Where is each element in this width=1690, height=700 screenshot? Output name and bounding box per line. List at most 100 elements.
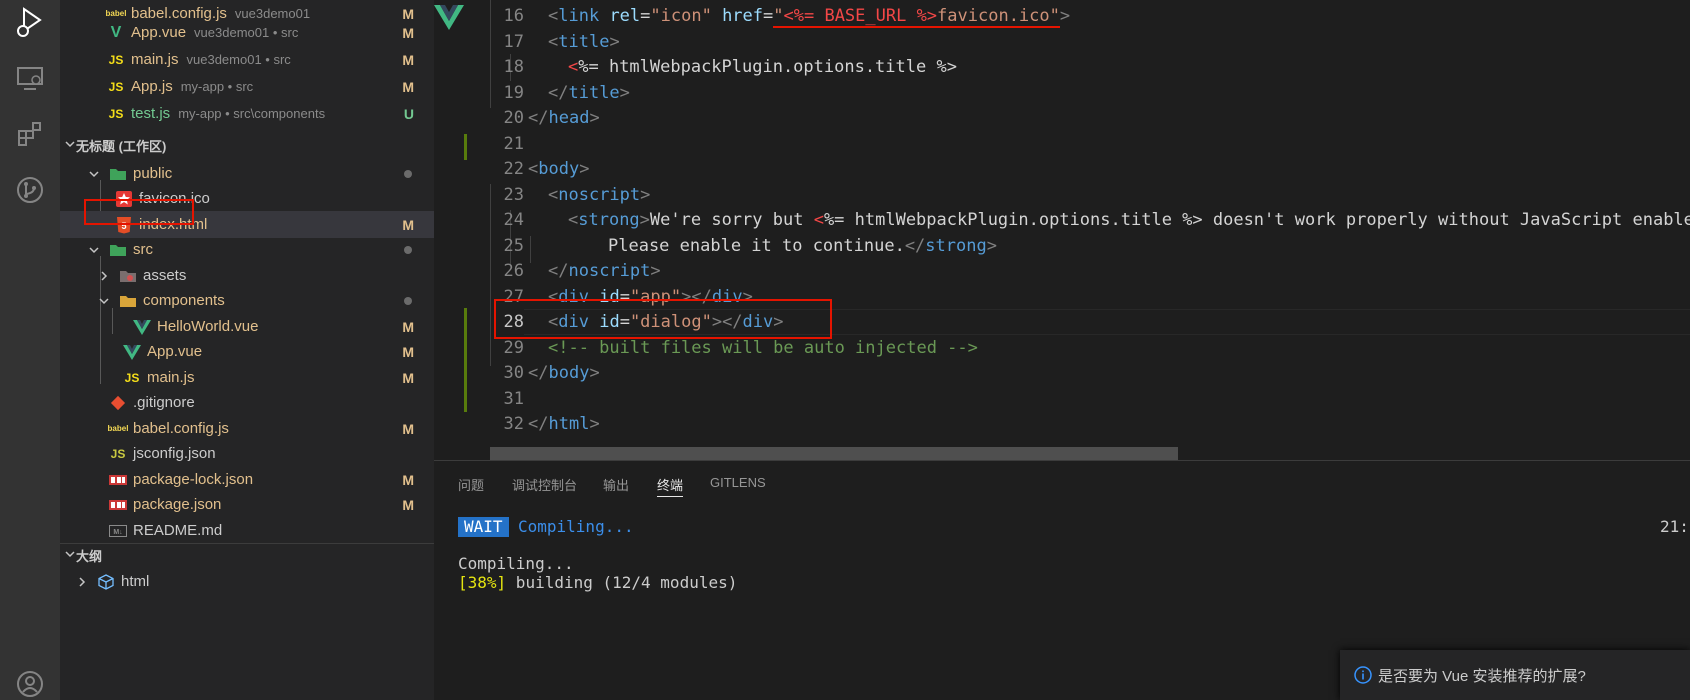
source-control-icon[interactable]: [12, 172, 48, 208]
tree-label: src: [133, 241, 153, 258]
indent-guide: [530, 236, 531, 263]
horizontal-scrollbar[interactable]: [490, 447, 1178, 460]
js-icon: JS: [108, 106, 124, 121]
chevron-right-icon: [74, 574, 90, 590]
file-name: App.js: [131, 78, 173, 95]
code-line: </noscript>: [548, 261, 661, 281]
code-line: <!-- built files will be auto injected -…: [548, 338, 978, 358]
workspace-section-header[interactable]: 无标题 (工作区): [60, 133, 434, 157]
line-number: 22: [503, 159, 524, 179]
terminal-time: 21:: [1660, 517, 1689, 536]
notification-toast[interactable]: 是否要为 Vue 安装推荐的扩展?: [1340, 650, 1690, 700]
code-editor[interactable]: 16 17 18 19 20 21 22 23 24 25 26 27 28 2…: [434, 0, 1690, 460]
folder-open-icon: [108, 164, 128, 184]
file-path: my-app • src\components: [178, 106, 326, 121]
code-line: <strong>We're sorry but <%= htmlWebpackP…: [568, 210, 1690, 230]
vue-icon: [122, 342, 142, 362]
chevron-down-icon: [64, 138, 76, 153]
tree-label: babel.config.js: [133, 420, 229, 437]
tree-label: public: [133, 165, 173, 182]
tab-output[interactable]: 输出: [603, 475, 629, 497]
js-icon: JS: [110, 446, 126, 461]
tree-label: HelloWorld.vue: [157, 318, 259, 335]
modified-dot: [404, 245, 412, 254]
git-status-badge: M: [402, 24, 414, 41]
line-number: 21: [503, 134, 524, 154]
file-path: vue3demo01 • src: [194, 25, 299, 40]
run-debug-icon[interactable]: [12, 4, 48, 40]
tab-problems[interactable]: 问题: [458, 475, 484, 497]
tree-label: main.js: [147, 369, 195, 386]
line-number: 23: [503, 185, 524, 205]
folder-open-icon: [108, 240, 128, 260]
account-icon[interactable]: [12, 666, 48, 700]
tree-file-main-js[interactable]: JS main.js M: [60, 364, 434, 391]
git-status-badge: M: [402, 471, 414, 488]
folder-open-icon: [118, 291, 138, 311]
activity-bar: [0, 0, 60, 700]
tree-file-helloworld[interactable]: HelloWorld.vue M: [60, 313, 434, 340]
vue-icon: V: [110, 23, 122, 41]
code-line: <title>: [548, 32, 620, 52]
terminal-line: [38%] building (12/4 modules): [458, 573, 738, 592]
svg-text:M↓: M↓: [113, 529, 122, 536]
tree-file-package-lock[interactable]: package-lock.json M: [60, 466, 434, 493]
tab-terminal[interactable]: 终端: [657, 475, 684, 497]
vscode-window: babel babel.config.js vue3demo01 M V App…: [0, 0, 1690, 700]
remote-explorer-icon[interactable]: [12, 60, 48, 96]
cube-icon: [96, 572, 116, 592]
tree-folder-assets[interactable]: assets: [60, 262, 434, 289]
open-editor-item[interactable]: V App.vue vue3demo01 • src M: [60, 19, 434, 46]
git-status-badge: M: [402, 78, 414, 95]
tree-file-jsconfig[interactable]: JS jsconfig.json: [60, 440, 434, 467]
tree-file-app-vue[interactable]: App.vue M: [60, 338, 434, 365]
info-icon: [1354, 666, 1372, 684]
tree-file-babel[interactable]: babel babel.config.js M: [60, 415, 434, 442]
line-number: 16: [503, 6, 524, 26]
js-icon: JS: [108, 79, 124, 94]
extensions-icon[interactable]: [12, 116, 48, 152]
git-status-badge: U: [403, 105, 414, 122]
babel-icon: babel: [107, 424, 129, 433]
open-editor-item[interactable]: JS main.js vue3demo01 • src M: [60, 46, 434, 73]
line-number: 26: [503, 261, 524, 281]
highlight-box-dialog-line: [494, 299, 832, 339]
outline-section-header[interactable]: 大纲: [60, 543, 434, 567]
line-number: 29: [503, 338, 524, 358]
file-name: App.vue: [131, 24, 187, 41]
tree-folder-public[interactable]: public: [60, 160, 434, 187]
tree-label: components: [143, 292, 225, 309]
highlight-box-index-html: [84, 199, 194, 225]
code-line: <noscript>: [548, 185, 651, 205]
tree-label: html: [121, 573, 150, 590]
tab-gitlens[interactable]: GITLENS: [710, 475, 766, 497]
vue-icon: [132, 317, 152, 337]
code-line: </body>: [528, 363, 600, 383]
squiggle-value: "<%= BASE_URL %>favicon.ico": [773, 6, 1060, 28]
npm-icon: [108, 470, 128, 490]
tree-folder-components[interactable]: components: [60, 287, 434, 314]
tree-label: assets: [143, 267, 187, 284]
folder-assets-icon: [118, 266, 138, 286]
open-editor-item[interactable]: JS test.js my-app • src\components U: [60, 100, 434, 127]
git-status-badge: M: [402, 420, 414, 437]
js-icon: JS: [124, 370, 140, 385]
tree-label: README.md: [133, 522, 223, 539]
code-line: <link rel="icon" href="<%= BASE_URL %>fa…: [548, 6, 1071, 28]
git-status-badge: M: [402, 343, 414, 360]
open-editor-item[interactable]: JS App.js my-app • src M: [60, 73, 434, 100]
tree-file-readme[interactable]: M↓ README.md: [60, 517, 434, 544]
line-number: 30: [503, 363, 524, 383]
tab-debug-console[interactable]: 调试控制台: [512, 475, 577, 497]
line-number: 18: [503, 57, 524, 77]
outline-title: 大纲: [76, 549, 103, 564]
outline-item[interactable]: html: [60, 568, 434, 595]
tree-file-gitignore[interactable]: .gitignore: [60, 389, 434, 416]
wait-badge: WAIT: [458, 517, 509, 537]
git-status-badge: M: [402, 496, 414, 513]
file-name: main.js: [131, 51, 179, 68]
tree-file-package[interactable]: package.json M: [60, 491, 434, 518]
explorer-sidebar: babel babel.config.js vue3demo01 M V App…: [60, 0, 434, 700]
git-status-badge: M: [402, 51, 414, 68]
tree-folder-src[interactable]: src: [60, 236, 434, 263]
